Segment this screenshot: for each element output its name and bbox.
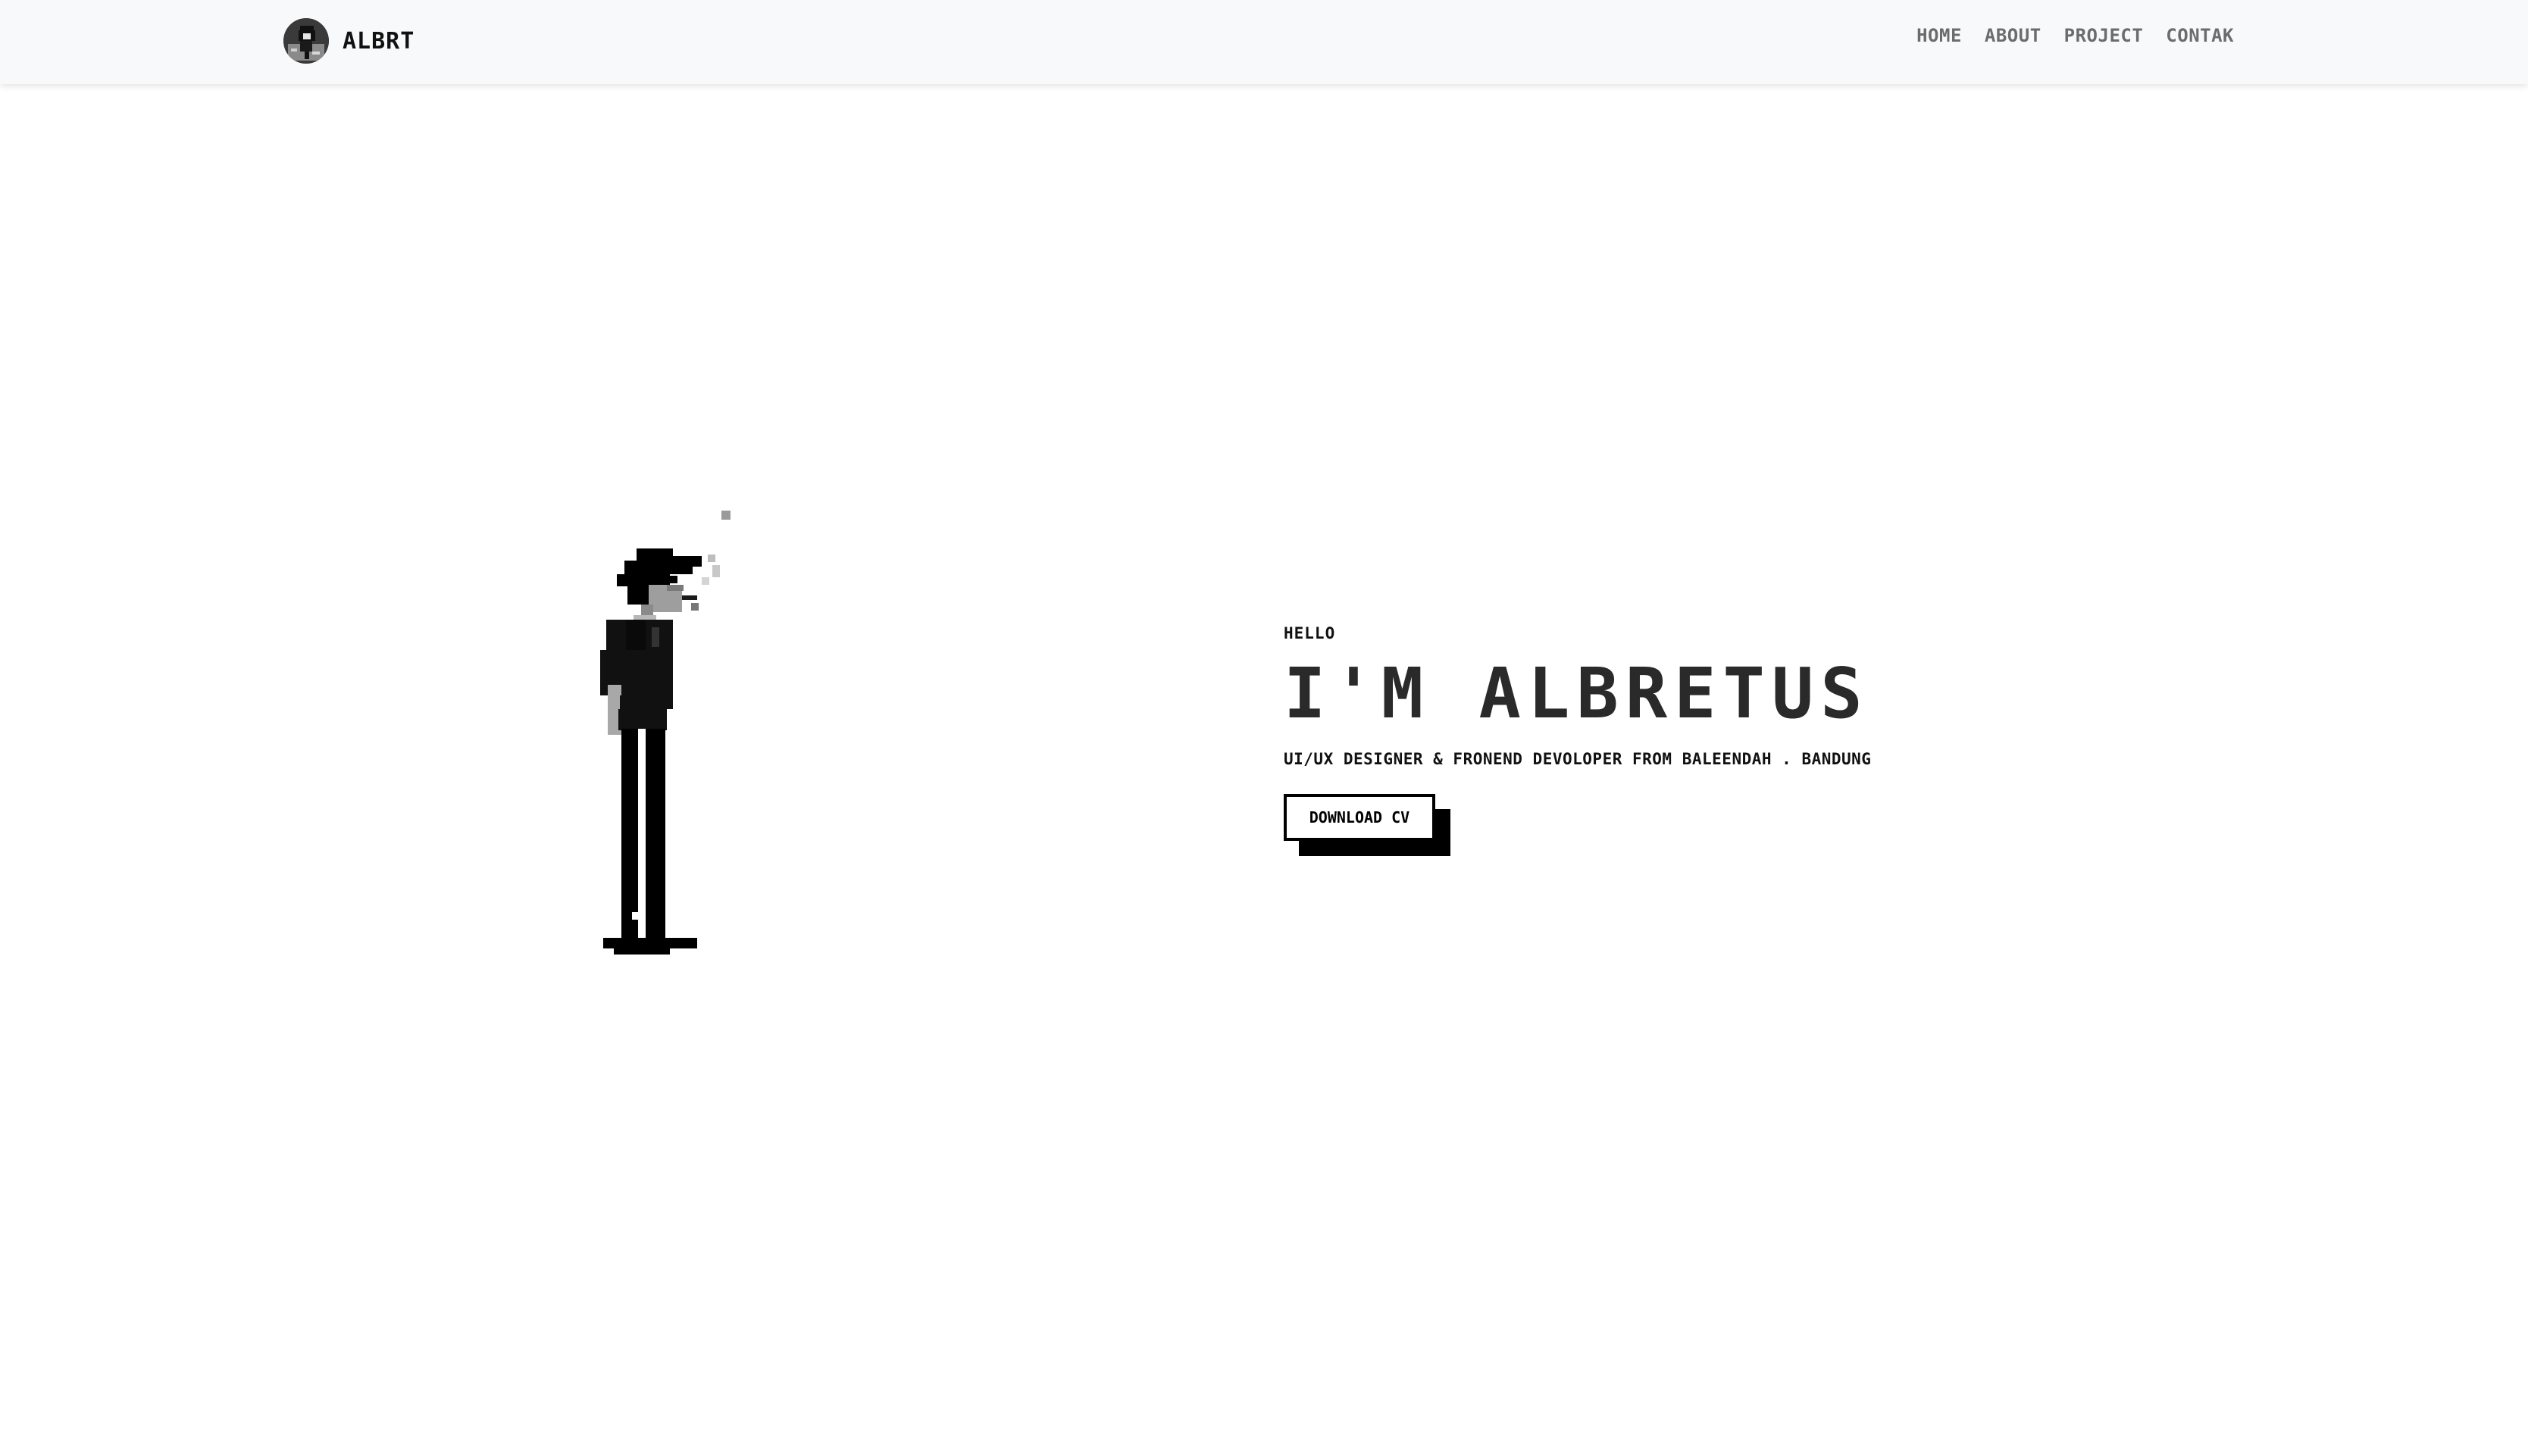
brand-logo-icon (283, 18, 329, 64)
nav-link-home[interactable]: HOME (1916, 25, 1962, 46)
nav-link-project[interactable]: PROJECT (2064, 25, 2144, 46)
navbar: ALBRT HOME ABOUT PROJECT CONTAK (0, 0, 2528, 84)
hero-text: HELLO I'M ALBRETUS UI/UX DESIGNER & FRON… (1284, 624, 1871, 856)
brand-link[interactable]: ALBRT (283, 17, 415, 64)
nav-link-contak[interactable]: CONTAK (2166, 25, 2234, 46)
download-cv-wrapper: DOWNLOAD CV (1284, 794, 1450, 856)
pixel-man-smoking-illustration (577, 506, 744, 976)
hero-title: I'M ALBRETUS (1284, 653, 1869, 734)
main-nav: HOME ABOUT PROJECT CONTAK (1916, 25, 2234, 46)
download-cv-button[interactable]: DOWNLOAD CV (1284, 794, 1435, 841)
nav-link-about[interactable]: ABOUT (1985, 25, 2041, 46)
brand-name: ALBRT (343, 27, 415, 55)
hero-subtitle: UI/UX DESIGNER & FRONEND DEVOLOPER FROM … (1284, 750, 1872, 768)
greeting-text: HELLO (1284, 624, 1336, 642)
